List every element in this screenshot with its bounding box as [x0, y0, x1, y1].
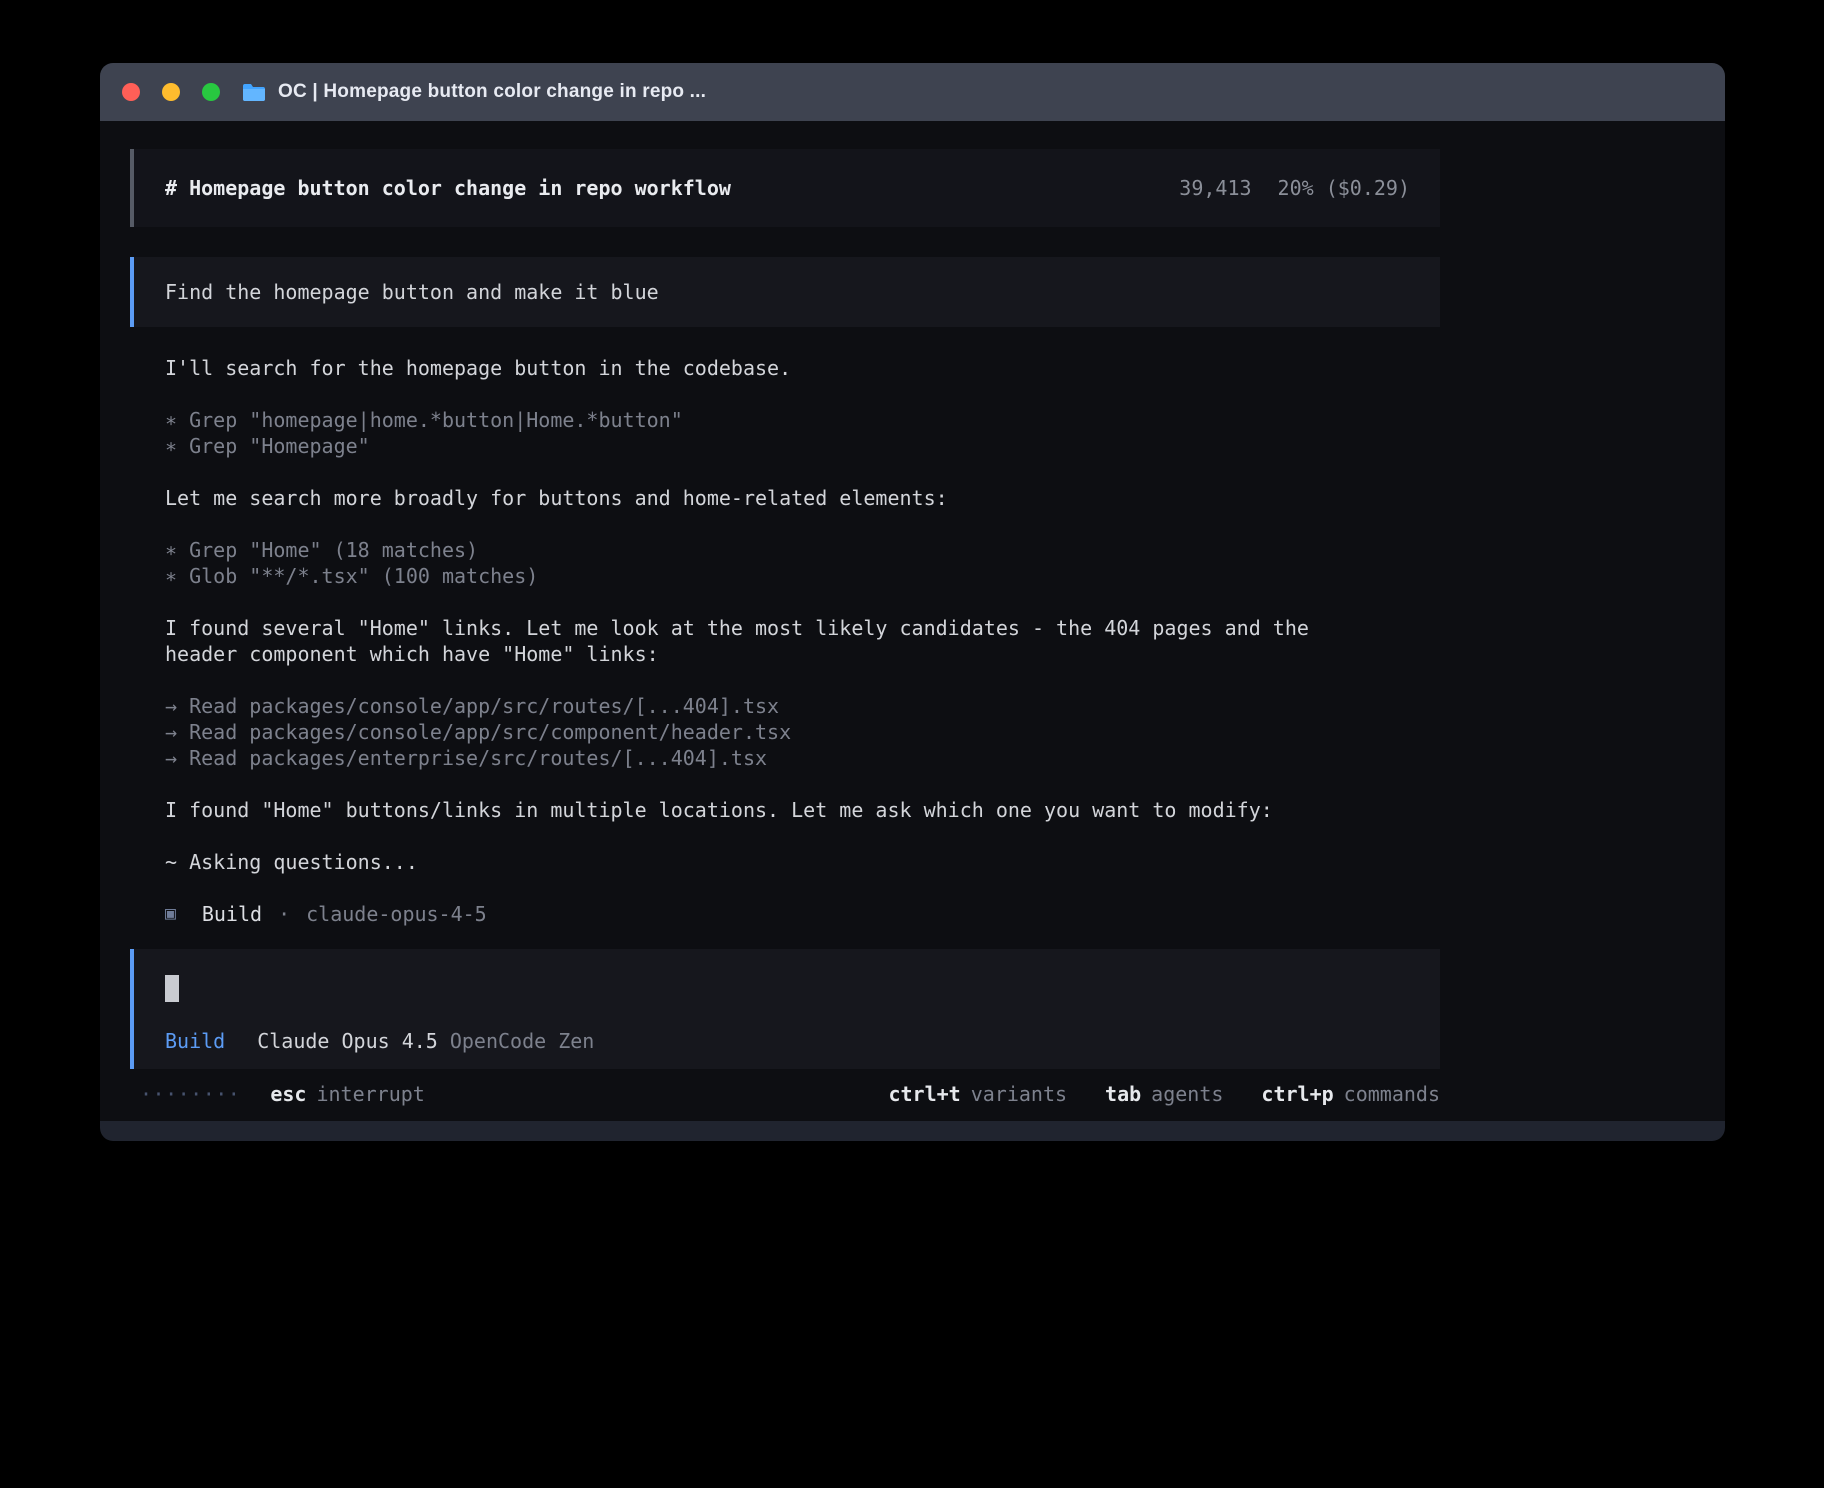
session-header: # Homepage button color change in repo w… — [130, 149, 1440, 227]
spinner-dots: ········ — [140, 1081, 240, 1107]
tool-call-read: → Read packages/console/app/src/componen… — [165, 719, 1375, 745]
close-button[interactable] — [122, 83, 140, 101]
tool-call-group: ∗ Grep "homepage|home.*button|Home.*butt… — [165, 407, 1375, 459]
status-bar-left: ········ esc interrupt — [140, 1081, 425, 1107]
shortcut-variants: ctrl+t variants — [888, 1081, 1067, 1107]
context-usage: 20% ($0.29) — [1278, 175, 1410, 201]
tool-call-glob: ∗ Glob "**/*.tsx" (100 matches) — [165, 563, 1375, 589]
status-bar: ········ esc interrupt ctrl+t variants tab… — [130, 1081, 1440, 1107]
shortcut-interrupt: esc interrupt — [270, 1081, 425, 1107]
session-stats: 39,413 20% ($0.29) — [1179, 175, 1410, 201]
window-bottom-edge — [100, 1121, 1725, 1141]
shortcut-key: ctrl+t — [888, 1082, 960, 1106]
input-status-line: Build Claude Opus 4.5 OpenCode Zen — [165, 1028, 1410, 1054]
shortcut-key: esc — [270, 1082, 306, 1106]
agent-name: Build — [202, 901, 262, 927]
titlebar-title-group: OC | Homepage button color change in rep… — [242, 81, 706, 103]
text-cursor — [165, 975, 179, 1002]
tool-call-read: → Read packages/console/app/src/routes/[… — [165, 693, 1375, 719]
agent-separator: · — [278, 901, 290, 927]
provider-label: OpenCode Zen — [450, 1028, 595, 1054]
agent-row: ▣ Build · claude-opus-4-5 — [165, 901, 1375, 927]
tool-call-grep: ∗ Grep "homepage|home.*button|Home.*butt… — [165, 407, 1375, 433]
shortcut-label: agents — [1151, 1082, 1223, 1106]
titlebar[interactable]: OC | Homepage button color change in rep… — [100, 63, 1725, 121]
prompt-input[interactable]: Build Claude Opus 4.5 OpenCode Zen — [130, 949, 1440, 1069]
user-message-text: Find the homepage button and make it blu… — [165, 280, 659, 304]
shortcut-label: variants — [971, 1082, 1067, 1106]
token-count: 39,413 — [1179, 175, 1251, 201]
assistant-status-line: ~ Asking questions... — [165, 849, 1375, 875]
shortcut-agents: tab agents — [1105, 1081, 1223, 1107]
assistant-paragraph: Let me search more broadly for buttons a… — [165, 485, 1375, 511]
zoom-button[interactable] — [202, 83, 220, 101]
tool-call-read: → Read packages/enterprise/src/routes/[.… — [165, 745, 1375, 771]
assistant-paragraph: I found "Home" buttons/links in multiple… — [165, 797, 1375, 823]
tool-call-grep: ∗ Grep "Homepage" — [165, 433, 1375, 459]
assistant-paragraph: I'll search for the homepage button in t… — [165, 355, 1375, 381]
agent-mode-label[interactable]: Build — [165, 1028, 225, 1054]
user-message: Find the homepage button and make it blu… — [130, 257, 1440, 327]
terminal-content: # Homepage button color change in repo w… — [100, 121, 1725, 1141]
minimize-button[interactable] — [162, 83, 180, 101]
status-bar-right: ctrl+t variants tab agents ctrl+p commands — [888, 1081, 1440, 1107]
shortcut-label: interrupt — [316, 1082, 424, 1106]
tool-call-group: → Read packages/console/app/src/routes/[… — [165, 693, 1375, 771]
terminal-window: OC | Homepage button color change in rep… — [100, 63, 1725, 1141]
tool-call-grep: ∗ Grep "Home" (18 matches) — [165, 537, 1375, 563]
shortcut-commands: ctrl+p commands — [1261, 1081, 1440, 1107]
agent-icon: ▣ — [165, 901, 176, 927]
conversation: I'll search for the homepage button in t… — [130, 355, 1375, 927]
model-label: Claude Opus 4.5 — [257, 1028, 438, 1054]
agent-model: claude-opus-4-5 — [306, 901, 487, 927]
traffic-lights — [122, 83, 220, 101]
shortcut-key: ctrl+p — [1261, 1082, 1333, 1106]
tool-call-group: ∗ Grep "Home" (18 matches) ∗ Glob "**/*.… — [165, 537, 1375, 589]
shortcut-key: tab — [1105, 1082, 1141, 1106]
folder-icon — [242, 83, 266, 102]
shortcut-label: commands — [1344, 1082, 1440, 1106]
window-title: OC | Homepage button color change in rep… — [278, 81, 706, 103]
assistant-paragraph: I found several "Home" links. Let me loo… — [165, 615, 1375, 667]
session-title: # Homepage button color change in repo w… — [165, 175, 731, 201]
